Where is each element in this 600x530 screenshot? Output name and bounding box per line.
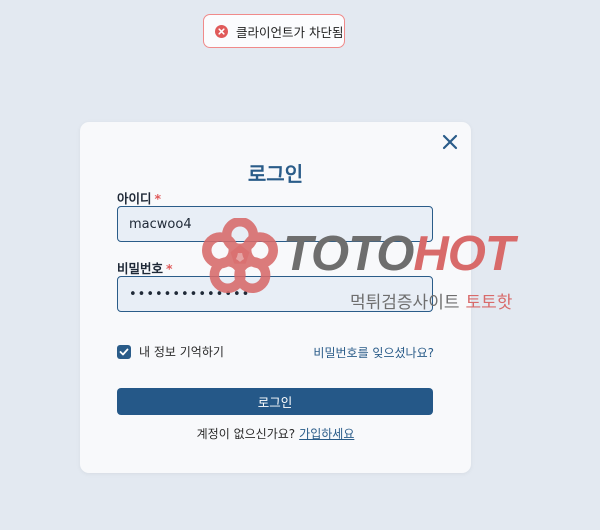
remember-me[interactable]: 내 정보 기억하기 xyxy=(117,343,224,360)
toast-message: 클라이언트가 차단됨 xyxy=(236,24,344,40)
watermark-brand-part2: HOT xyxy=(413,227,514,281)
no-account-text: 계정이 없으신가요? xyxy=(196,427,296,441)
watermark-subtitle-text: 먹튀검증사이트 xyxy=(350,293,460,313)
signup-row: 계정이 없으신가요? 가입하세요 xyxy=(80,425,471,442)
watermark-brand: TOTOHOT xyxy=(283,227,515,281)
password-label-text: 비밀번호 xyxy=(117,261,164,276)
watermark-subtitle: 먹튀검증사이트 토토핫 xyxy=(350,288,512,313)
id-label: 아이디 * xyxy=(117,188,161,207)
password-label: 비밀번호 * xyxy=(117,258,173,277)
id-label-text: 아이디 xyxy=(117,191,152,206)
watermark-brand-part1: TOTO xyxy=(283,227,414,281)
signup-link[interactable]: 가입하세요 xyxy=(299,427,354,441)
forgot-password-link[interactable]: 비밀번호를 잊으셨나요? xyxy=(313,344,434,361)
remember-label: 내 정보 기억하기 xyxy=(139,345,224,359)
required-mark: * xyxy=(166,261,173,276)
required-mark: * xyxy=(154,191,162,206)
error-circle-icon xyxy=(215,24,228,38)
login-button[interactable]: 로그인 xyxy=(117,388,433,415)
close-icon[interactable] xyxy=(442,134,458,150)
page-title: 로그인 xyxy=(247,162,304,186)
check-icon xyxy=(119,348,129,355)
watermark-subtitle-accent: 토토핫 xyxy=(465,293,513,313)
watermark-flower-icon xyxy=(202,218,278,294)
error-toast: 클라이언트가 차단됨 xyxy=(203,14,345,48)
remember-checkbox[interactable] xyxy=(117,344,131,359)
